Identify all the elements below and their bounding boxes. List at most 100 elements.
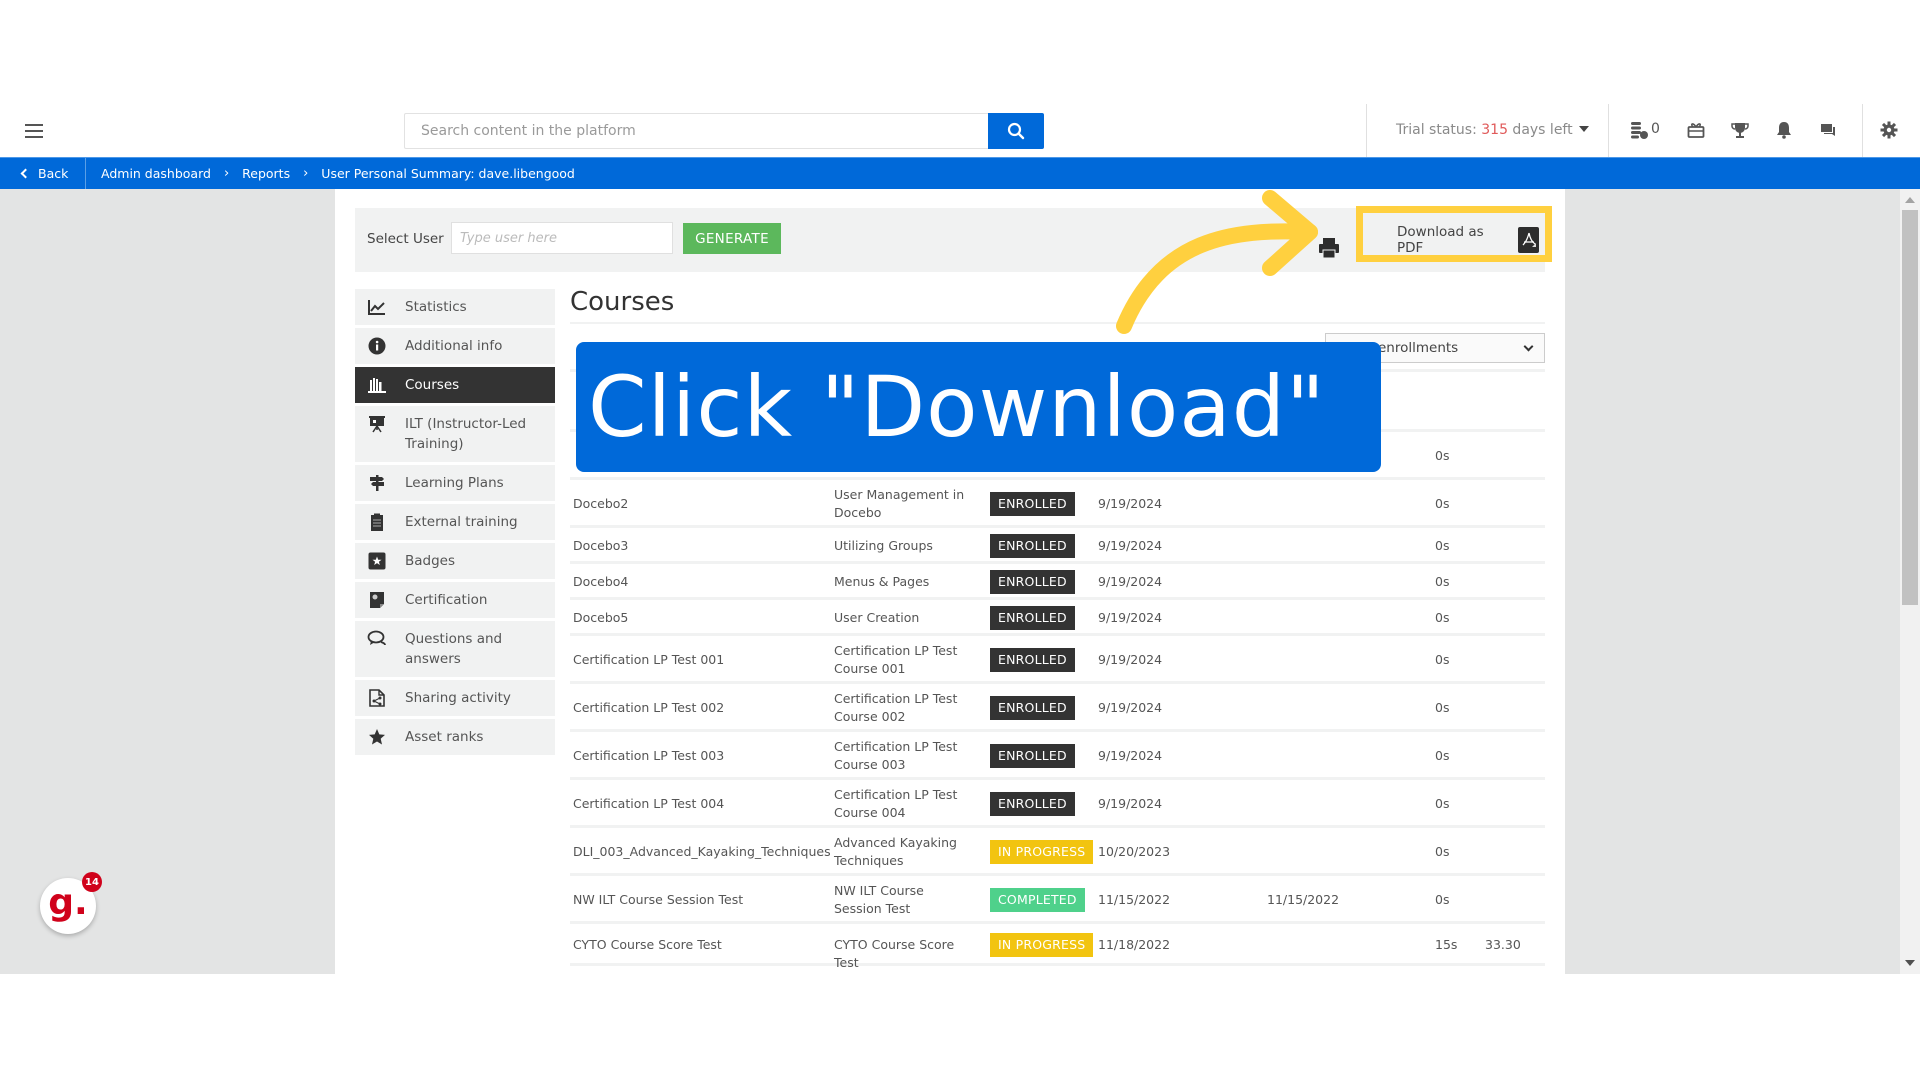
course-name-cell: Certification LP Test Course 003 — [834, 739, 958, 772]
course-code-cell: Certification LP Test 003 — [573, 748, 725, 763]
enrollment-date-cell: 9/19/2024 — [1098, 496, 1163, 511]
coins-icon[interactable] — [1628, 119, 1650, 141]
download-pdf-label: Download as PDF — [1397, 224, 1484, 256]
total-time-cell: 0s — [1435, 574, 1450, 589]
sidebar-item-external-training[interactable]: External training — [355, 504, 555, 540]
course-name-cell: Utilizing Groups — [834, 538, 933, 553]
scroll-thumb[interactable] — [1902, 210, 1918, 605]
trial-status-dropdown[interactable]: Trial status: 315 days left — [1396, 122, 1589, 138]
chat-icon[interactable] — [1817, 119, 1839, 141]
table-row[interactable]: Certification LP Test 001 Certification L… — [570, 636, 1545, 684]
sidebar-item-courses[interactable]: Courses — [355, 367, 555, 403]
status-badge: ENROLLED — [990, 534, 1075, 558]
course-name-cell: Menus & Pages — [834, 574, 930, 589]
total-time-cell: 0s — [1435, 652, 1450, 667]
course-code-cell: CYTO Course Score Test — [573, 937, 722, 952]
header-divider — [1862, 104, 1863, 157]
certificate-icon — [367, 590, 387, 610]
filter-value: enrollments — [1378, 340, 1459, 356]
table-row[interactable]: Docebo2 User Management in Docebo ENROLLED… — [570, 480, 1545, 528]
sidebar-item-certification[interactable]: Certification — [355, 582, 555, 618]
trial-prefix: Trial status: — [1396, 122, 1482, 138]
generate-button[interactable]: GENERATE — [683, 223, 781, 254]
column-header-total-time[interactable]: TOTAL TIME — [1278, 384, 1318, 420]
table-body: 0s Docebo2 User Management in Docebo ENROLL… — [570, 432, 1545, 974]
gift-icon[interactable] — [1685, 119, 1707, 141]
header-divider — [1366, 104, 1367, 157]
table-row[interactable]: Certification LP Test 003 Certification L… — [570, 732, 1545, 780]
sidebar-item-statistics[interactable]: Statistics — [355, 289, 555, 325]
sidebar-label: Courses — [405, 377, 460, 393]
breadcrumb-admin-dashboard[interactable]: Admin dashboard — [101, 166, 211, 181]
course-code-cell: Certification LP Test 004 — [573, 796, 725, 811]
pdf-file-icon — [1518, 227, 1539, 253]
breadcrumb-current: User Personal Summary: dave.libengood — [321, 166, 575, 181]
chevron-left-icon — [20, 168, 31, 179]
sidebar-item-ilt[interactable]: ILT (Instructor-Led Training) — [355, 406, 555, 462]
enrollment-filter-select[interactable]: enrollments — [1325, 333, 1545, 363]
course-name-cell: NW ILT Course Session Test — [834, 883, 924, 916]
column-header-score[interactable]: SCORE — [1320, 393, 1363, 411]
table-row[interactable]: Certificate Test — [570, 966, 1545, 974]
table-row[interactable]: DLI_003_Advanced_Kayaking_Techniques Adva… — [570, 828, 1545, 876]
back-button[interactable]: Back — [0, 158, 86, 189]
search-input[interactable] — [404, 113, 988, 149]
completion-date-cell: 11/15/2022 — [1267, 892, 1340, 907]
books-icon — [367, 375, 387, 395]
sidebar-item-questions-answers[interactable]: Questions and answers — [355, 621, 555, 677]
enrollment-date-cell: 9/19/2024 — [1098, 574, 1163, 589]
table-row[interactable]: Docebo4 Menus & Pages ENROLLED 9/19/2024 0s — [570, 564, 1545, 600]
gear-icon[interactable] — [1878, 119, 1900, 141]
status-badge: ENROLLED — [990, 792, 1075, 816]
status-badge: ENROLLED — [990, 606, 1075, 630]
trial-suffix: days left — [1507, 122, 1573, 138]
chevron-right-icon: › — [223, 166, 230, 181]
sidebar-label: Questions and answers — [405, 631, 503, 667]
total-time-cell: 0s — [1435, 700, 1450, 715]
enrollment-date-cell: 9/19/2024 — [1098, 538, 1163, 553]
search-icon — [1007, 122, 1025, 140]
status-cell: ENROLLED — [990, 570, 1075, 594]
chart-line-icon — [367, 297, 387, 317]
print-icon[interactable] — [1318, 237, 1340, 259]
download-pdf-button[interactable]: Download as PDF — [1387, 222, 1539, 258]
assistant-launcher-button[interactable]: g. 14 — [40, 872, 102, 934]
page-scrollbar[interactable] — [1900, 189, 1920, 974]
bell-icon[interactable] — [1773, 119, 1795, 141]
column-header-credits[interactable]: REDITS EUS) — [1230, 384, 1275, 420]
sidebar-label: Sharing activity — [405, 690, 511, 706]
course-name-cell: Certification LP Test Course 004 — [834, 787, 958, 820]
breadcrumb-reports[interactable]: Reports — [242, 166, 290, 181]
table-row[interactable]: CYTO Course Score Test CYTO Course Score … — [570, 924, 1545, 970]
course-name-cell: Advanced Kayaking Techniques — [834, 835, 957, 868]
scroll-down-icon[interactable] — [1905, 960, 1915, 966]
user-search-input[interactable] — [451, 222, 673, 254]
trophy-icon[interactable] — [1729, 119, 1751, 141]
table-row[interactable]: Certification LP Test 002 Certification L… — [570, 684, 1545, 732]
sidebar-label: Asset ranks — [405, 729, 484, 745]
total-time-cell: 0s — [1435, 496, 1450, 511]
table-row[interactable]: 0s — [570, 432, 1545, 480]
enrollment-date-cell: 9/19/2024 — [1098, 796, 1163, 811]
course-name-cell: User Management in Docebo — [834, 487, 965, 520]
table-row[interactable]: Certification LP Test 004 Certification L… — [570, 780, 1545, 828]
courses-table: REDITS EUS) TOTAL TIME SCORE 0s Docebo2 User… — [570, 369, 1545, 974]
course-code-cell: Certification LP Test 001 — [573, 652, 725, 667]
info-circle-icon — [367, 336, 387, 356]
course-name-cell: Certification LP Test Course 001 — [834, 643, 958, 676]
status-badge: IN PROGRESS — [990, 840, 1094, 864]
sidebar-item-learning-plans[interactable]: Learning Plans — [355, 465, 555, 501]
scroll-up-icon[interactable] — [1905, 197, 1915, 203]
badge-star-icon — [367, 551, 387, 571]
sidebar-item-additional-info[interactable]: Additional info — [355, 328, 555, 364]
sidebar-item-sharing-activity[interactable]: Sharing activity — [355, 680, 555, 716]
search-button[interactable] — [988, 113, 1044, 149]
assistant-logo: g. — [48, 882, 88, 923]
header-divider — [1608, 104, 1609, 157]
table-row[interactable]: Docebo3 Utilizing Groups ENROLLED 9/19/2024… — [570, 528, 1545, 564]
hamburger-menu-icon[interactable] — [25, 124, 43, 138]
sidebar-item-badges[interactable]: Badges — [355, 543, 555, 579]
sidebar-item-asset-ranks[interactable]: Asset ranks — [355, 719, 555, 755]
table-row[interactable]: Docebo5 User Creation ENROLLED 9/19/2024 0s — [570, 600, 1545, 636]
table-row[interactable]: NW ILT Course Session Test NW ILT Course … — [570, 876, 1545, 924]
